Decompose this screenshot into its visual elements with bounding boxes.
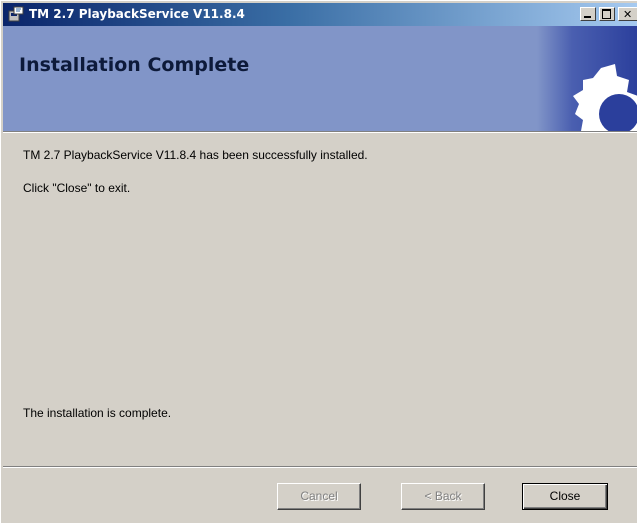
button-bar-divider [3, 466, 637, 468]
cancel-button[interactable]: Cancel [277, 483, 361, 510]
installer-app-icon [8, 6, 24, 22]
title-bar[interactable]: TM 2.7 PlaybackService V11.8.4 [3, 3, 637, 26]
completion-status: The installation is complete. [23, 406, 172, 420]
close-button[interactable]: Close [522, 483, 608, 510]
exit-instruction: Click "Close" to exit. [23, 181, 131, 195]
back-button[interactable]: < Back [401, 483, 485, 510]
installer-window: TM 2.7 PlaybackService V11.8.4 Installat… [0, 0, 637, 523]
close-icon[interactable] [618, 3, 637, 26]
header-banner: Installation Complete [3, 26, 637, 131]
window-title: TM 2.7 PlaybackService V11.8.4 [29, 7, 245, 21]
page-title: Installation Complete [19, 54, 250, 76]
banner-divider [3, 131, 637, 133]
gear-icon [537, 26, 637, 131]
minimize-icon[interactable] [580, 7, 596, 21]
install-success-message: TM 2.7 PlaybackService V11.8.4 has been … [23, 148, 368, 162]
maximize-icon[interactable] [599, 7, 615, 21]
